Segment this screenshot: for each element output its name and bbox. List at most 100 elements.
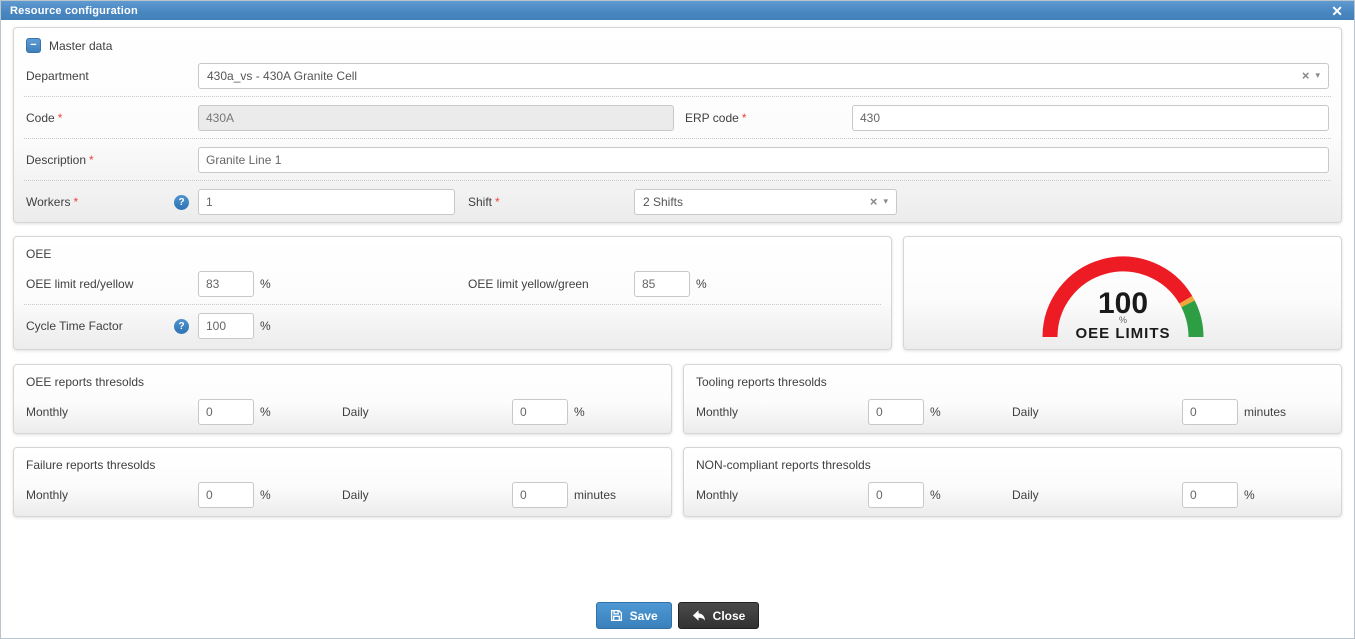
cycle-time-factor-input[interactable]	[198, 313, 254, 339]
master-data-panel: − Master data Department 430a_vs - 430A …	[13, 27, 1342, 223]
oee-limits-gauge-panel: 100 % OEE LIMITS	[903, 236, 1342, 350]
master-data-title: Master data	[49, 39, 112, 53]
code-input[interactable]	[198, 105, 674, 131]
unit-label: %	[1244, 488, 1255, 502]
close-icon[interactable]: ✕	[1329, 4, 1345, 18]
monthly-input[interactable]	[198, 399, 254, 425]
back-arrow-icon	[692, 609, 706, 622]
close-button[interactable]: Close	[678, 602, 760, 629]
description-row: Description*	[14, 139, 1341, 180]
threshold-row: Monthly % Daily %	[684, 474, 1341, 515]
unit-label: minutes	[1244, 405, 1286, 419]
panel-title: Failure reports thresolds	[26, 458, 155, 472]
threshold-row: Monthly % Daily minutes	[14, 474, 671, 515]
monthly-input[interactable]	[198, 482, 254, 508]
description-label: Description*	[26, 153, 198, 167]
unit-label: minutes	[574, 488, 616, 502]
panel-title: NON-compliant reports thresolds	[696, 458, 871, 472]
oee-limit-red-yellow-input[interactable]	[198, 271, 254, 297]
gauge-yellow-segment	[1185, 300, 1187, 304]
department-row: Department 430a_vs - 430A Granite Cell ×…	[14, 55, 1341, 96]
dialog-titlebar: Resource configuration ✕	[1, 1, 1354, 20]
department-label: Department	[26, 69, 198, 83]
workers-label: Workers*	[26, 195, 174, 209]
percent-unit: %	[260, 277, 271, 291]
oee-panel: OEE OEE limit red/yellow % OEE limit yel…	[13, 236, 892, 350]
monthly-input[interactable]	[868, 399, 924, 425]
monthly-label: Monthly	[26, 405, 198, 419]
oee-limit-yellow-green-label: OEE limit yellow/green	[468, 277, 634, 291]
cycle-time-factor-label: Cycle Time Factor	[26, 319, 174, 333]
cycle-time-factor-row: Cycle Time Factor ? %	[14, 305, 891, 346]
panel-header: NON-compliant reports thresolds	[684, 448, 1341, 474]
oee-gauge-svg: 100 % OEE LIMITS	[1003, 241, 1243, 345]
monthly-label: Monthly	[26, 488, 198, 502]
monthly-label: Monthly	[696, 488, 868, 502]
unit-label: %	[254, 488, 340, 502]
gauge-caption: OEE LIMITS	[1075, 325, 1170, 342]
oee-header: OEE	[14, 237, 891, 263]
department-select[interactable]: 430a_vs - 430A Granite Cell × ▾	[198, 63, 1329, 89]
shift-label: Shift*	[468, 195, 634, 209]
oee-limit-red-yellow-label: OEE limit red/yellow	[26, 277, 198, 291]
oee-title: OEE	[26, 247, 51, 261]
daily-input[interactable]	[512, 399, 568, 425]
daily-label: Daily	[342, 405, 512, 419]
department-value: 430a_vs - 430A Granite Cell	[207, 69, 1296, 83]
oee-reports-thresholds-panel: OEE reports thresolds Monthly % Daily %	[13, 364, 672, 434]
tooling-reports-thresholds-panel: Tooling reports thresolds Monthly % Dail…	[683, 364, 1342, 434]
unit-label: %	[254, 405, 340, 419]
workers-input[interactable]	[198, 189, 455, 215]
code-row: Code* ERP code*	[14, 97, 1341, 138]
erp-code-input[interactable]	[852, 105, 1329, 131]
daily-input[interactable]	[512, 482, 568, 508]
daily-label: Daily	[1012, 488, 1182, 502]
save-icon	[610, 609, 623, 622]
collapse-icon[interactable]: −	[26, 38, 41, 53]
required-mark: *	[89, 153, 94, 167]
resource-configuration-dialog: Resource configuration ✕ − Master data D…	[0, 0, 1355, 639]
daily-input[interactable]	[1182, 399, 1238, 425]
panel-header: OEE reports thresolds	[14, 365, 671, 391]
clear-icon[interactable]: ×	[864, 194, 884, 209]
required-mark: *	[495, 195, 500, 209]
gauge-green-segment	[1188, 304, 1196, 337]
non-compliant-reports-thresholds-panel: NON-compliant reports thresolds Monthly …	[683, 447, 1342, 517]
shift-select[interactable]: 2 Shifts × ▾	[634, 189, 897, 215]
chevron-down-icon[interactable]: ▾	[883, 196, 888, 207]
required-mark: *	[742, 111, 747, 125]
unit-label: %	[924, 405, 1010, 419]
gauge-unit: %	[1119, 315, 1127, 325]
master-data-header: − Master data	[14, 28, 1341, 55]
panel-header: Failure reports thresolds	[14, 448, 671, 474]
threshold-row: Monthly % Daily minutes	[684, 391, 1341, 432]
chevron-down-icon[interactable]: ▾	[1315, 70, 1320, 81]
dialog-footer: Save Close	[13, 602, 1342, 629]
panel-title: Tooling reports thresolds	[696, 375, 827, 389]
unit-label: %	[574, 405, 585, 419]
percent-unit: %	[260, 319, 271, 333]
panel-header: Tooling reports thresolds	[684, 365, 1341, 391]
description-input[interactable]	[198, 147, 1329, 173]
monthly-label: Monthly	[696, 405, 868, 419]
oee-limits-row: OEE limit red/yellow % OEE limit yellow/…	[14, 263, 891, 304]
monthly-input[interactable]	[868, 482, 924, 508]
daily-label: Daily	[342, 488, 512, 502]
close-button-label: Close	[713, 609, 746, 623]
code-label: Code*	[26, 111, 198, 125]
dialog-title: Resource configuration	[10, 5, 138, 17]
workers-shift-row: Workers* ? Shift* 2 Shifts × ▾	[14, 181, 1341, 222]
save-button[interactable]: Save	[596, 602, 672, 629]
save-button-label: Save	[630, 609, 658, 623]
help-icon[interactable]: ?	[174, 195, 189, 210]
unit-label: %	[924, 488, 1010, 502]
failure-reports-thresholds-panel: Failure reports thresolds Monthly % Dail…	[13, 447, 672, 517]
threshold-row: Monthly % Daily %	[14, 391, 671, 432]
percent-unit: %	[696, 277, 707, 291]
clear-icon[interactable]: ×	[1296, 68, 1316, 83]
required-mark: *	[58, 111, 63, 125]
daily-input[interactable]	[1182, 482, 1238, 508]
help-icon[interactable]: ?	[174, 319, 189, 334]
oee-limit-yellow-green-input[interactable]	[634, 271, 690, 297]
panel-title: OEE reports thresolds	[26, 375, 144, 389]
